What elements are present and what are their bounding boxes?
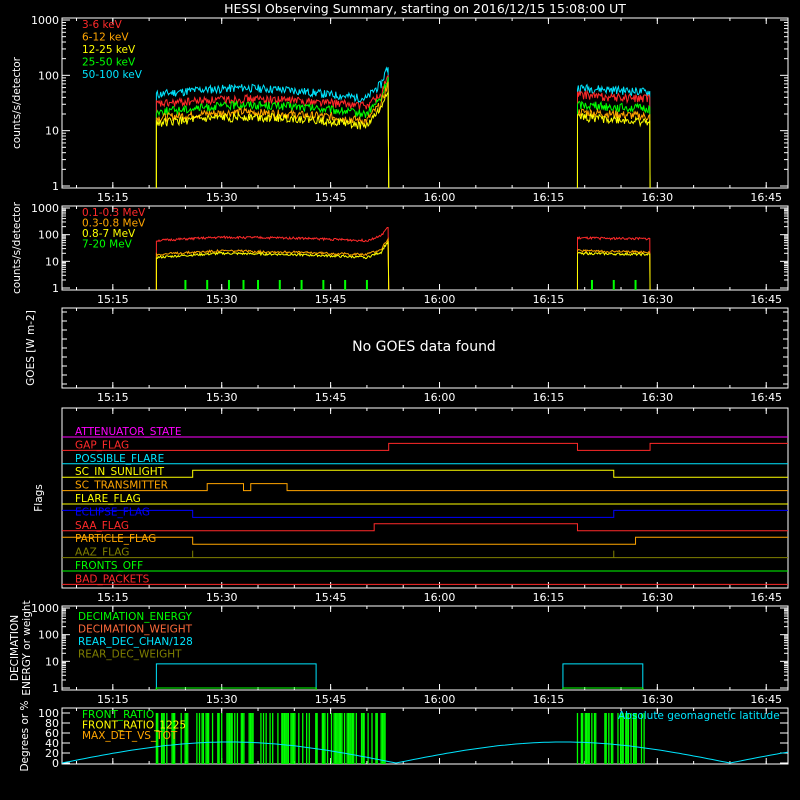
flag-label: FLARE_FLAG [75, 493, 141, 505]
y-tick-label: 10 [45, 255, 59, 268]
x-tick-label: 15:15 [97, 693, 129, 706]
x-tick-label: 16:30 [641, 293, 673, 306]
x-tick-label: 15:45 [315, 191, 347, 204]
legend-entry: REAR_DEC_WEIGHT [78, 649, 182, 661]
flag-label: POSSIBLE_FLARE [75, 453, 164, 465]
y-axis-label: Flags [33, 484, 45, 512]
no-data-message: No GOES data found [352, 339, 496, 355]
y-axis-label: counts/s/detector [11, 56, 23, 149]
legend-entry: DECIMATION_ENERGY [78, 611, 192, 623]
x-tick-label: 16:00 [424, 391, 456, 404]
y-tick-label: 1 [52, 180, 59, 193]
y-tick-label: 10 [45, 655, 59, 668]
y-tick-label: 10 [45, 125, 59, 138]
legend-entry: 12-25 keV [82, 44, 136, 56]
legend-entry: MAX_DET_VS_TOT [82, 730, 178, 742]
legend-entry: 25-50 keV [82, 57, 136, 69]
y-axis-label: ENERGY or weight [21, 600, 33, 695]
legend-entry: 50-100 keV [82, 69, 143, 81]
y-tick-label: 1000 [31, 14, 59, 27]
flag-label: PARTICLE_FLAG [75, 533, 156, 545]
x-tick-label: 15:30 [206, 693, 238, 706]
x-tick-label: 16:00 [424, 293, 456, 306]
y-tick-label: 1000 [31, 602, 59, 615]
x-tick-label: 15:30 [206, 391, 238, 404]
y-tick-label: 1000 [31, 202, 59, 215]
chart-title: HESSI Observing Summary, starting on 201… [224, 1, 626, 16]
y-tick-label: 1 [52, 282, 59, 295]
y-tick-label: 100 [38, 707, 59, 720]
x-tick-label: 16:00 [424, 693, 456, 706]
x-tick-label: 16:15 [533, 293, 565, 306]
x-tick-label: 15:15 [97, 191, 129, 204]
x-tick-label: 16:45 [750, 191, 782, 204]
legend-entry: 6-12 keV [82, 32, 129, 44]
y-axis-label: Degrees or % [19, 700, 31, 771]
x-tick-label: 16:15 [533, 693, 565, 706]
flag-label: ECLIPSE_FLAG [75, 506, 150, 518]
flag-label: SC_IN_SUNLIGHT [75, 466, 165, 478]
x-tick-label: 16:45 [750, 591, 782, 604]
x-tick-label: 15:30 [206, 293, 238, 306]
x-tick-label: 15:15 [97, 293, 129, 306]
x-tick-label: 15:45 [315, 293, 347, 306]
x-tick-label: 15:45 [315, 391, 347, 404]
x-tick-label: 15:45 [315, 693, 347, 706]
legend-entry: DECIMATION_WEIGHT [78, 624, 193, 636]
legend-entry: 3-6 keV [82, 19, 123, 31]
flag-label: BAD_PACKETS [75, 573, 150, 585]
flag-label: AAZ_FLAG [75, 547, 129, 559]
y-tick-label: 1 [52, 682, 59, 695]
legend-entry: REAR_DEC_CHAN/128 [78, 636, 193, 648]
flag-label: FRONTS_OFF [75, 560, 143, 572]
x-tick-label: 16:30 [641, 391, 673, 404]
x-tick-label: 15:15 [97, 391, 129, 404]
x-tick-label: 16:30 [641, 191, 673, 204]
y-axis-label: DECIMATION [9, 615, 21, 681]
flag-label: SAA_FLAG [75, 520, 129, 532]
latitude-annotation: Absolute geomagnetic latitude [618, 710, 780, 722]
x-tick-label: 15:30 [206, 591, 238, 604]
x-tick-label: 16:15 [533, 391, 565, 404]
x-tick-label: 16:45 [750, 391, 782, 404]
x-tick-label: 16:15 [533, 191, 565, 204]
flag-label: ATTENUATOR_STATE [75, 426, 181, 438]
x-tick-label: 16:45 [750, 293, 782, 306]
legend-entry: 7-20 MeV [82, 239, 133, 251]
y-tick-label: 100 [38, 229, 59, 242]
x-tick-label: 16:30 [641, 591, 673, 604]
hessi-summary-chart: HESSI Observing Summary, starting on 201… [0, 0, 800, 800]
y-tick-label: 100 [38, 69, 59, 82]
x-tick-label: 16:00 [424, 591, 456, 604]
x-tick-label: 15:45 [315, 591, 347, 604]
x-tick-label: 16:30 [641, 693, 673, 706]
x-tick-label: 16:00 [424, 191, 456, 204]
flag-label: GAP_FLAG [75, 439, 129, 451]
x-tick-label: 15:30 [206, 191, 238, 204]
x-tick-label: 16:45 [750, 693, 782, 706]
x-tick-label: 16:15 [533, 591, 565, 604]
flag-label: SC_TRANSMITTER [75, 480, 168, 492]
y-tick-label: 100 [38, 629, 59, 642]
y-axis-label: GOES [W m-2] [25, 310, 37, 386]
y-axis-label: counts/s/detector [11, 201, 23, 294]
x-tick-label: 15:15 [97, 591, 129, 604]
